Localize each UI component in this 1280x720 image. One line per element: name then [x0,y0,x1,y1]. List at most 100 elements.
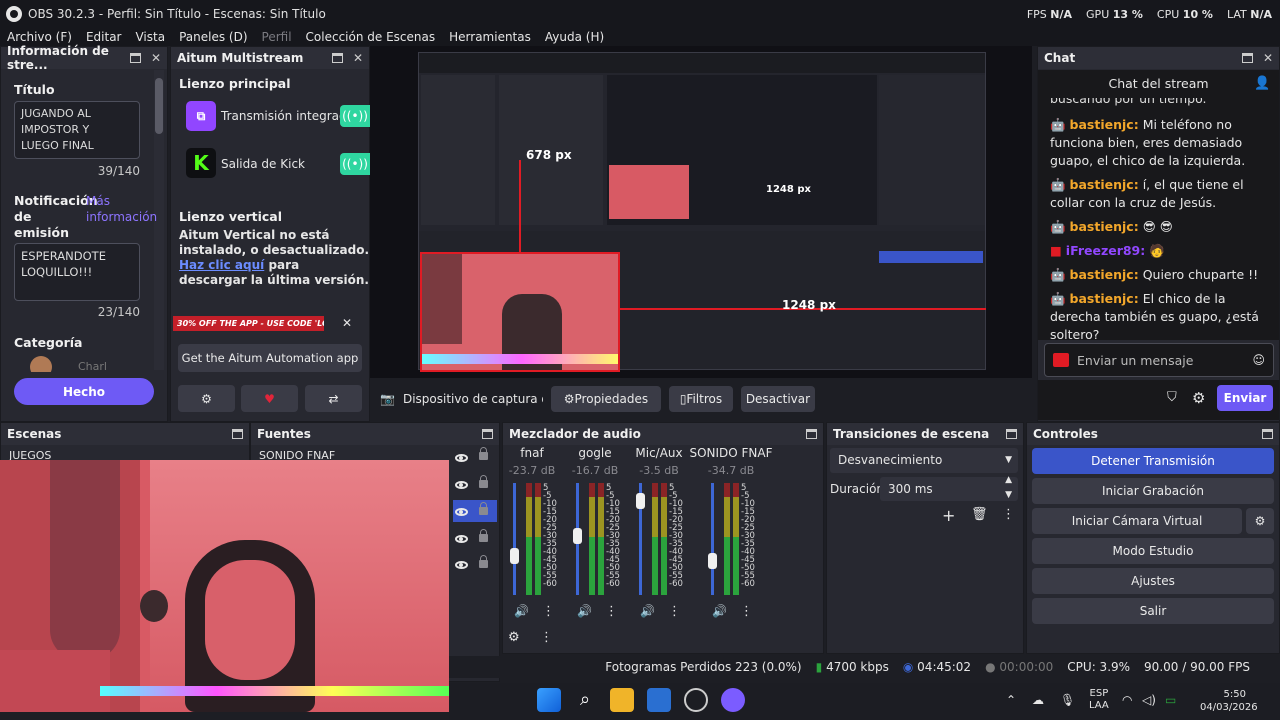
eye-icon[interactable] [455,561,468,569]
channel-menu-icon[interactable]: ⋮ [668,604,681,619]
close-icon[interactable]: ✕ [353,51,363,65]
trash-icon[interactable]: 🗑 [971,507,988,522]
studio-mode-button[interactable]: Modo Estudio [1032,538,1274,564]
add-icon[interactable]: + [942,506,955,525]
menu-coleccion[interactable]: Colección de Escenas [306,30,436,44]
speaker-icon[interactable]: 🔊 [712,604,727,618]
promo-close-icon[interactable]: ✕ [342,316,352,330]
duration-input[interactable]: 300 ms ▲ ▼ [880,475,1018,501]
volume-knob[interactable] [573,528,582,544]
channel-menu-icon[interactable]: ⋮ [740,604,753,619]
settings-gear-icon[interactable]: ⚙ [178,385,235,412]
menu-perfil[interactable]: Perfil [262,30,292,44]
titulo-input[interactable]: JUGANDO AL IMPOSTOR Y LUEGO FINAL [14,101,140,159]
output1-toggle[interactable]: ((•)) [340,105,370,127]
settings-gear-icon[interactable]: ⚙ [1192,389,1205,407]
stepper-icon[interactable]: ▲ ▼ [1005,473,1012,503]
volume-fader[interactable] [711,483,714,595]
store-icon[interactable] [647,688,671,712]
eye-icon[interactable] [455,508,468,516]
channel-menu-icon[interactable]: ⋮ [605,604,618,619]
deactivate-button[interactable]: Desactivar [740,386,815,412]
menu-archivo[interactable]: Archivo (F) [7,30,72,44]
notif-input[interactable]: ESPERANDOTE LOQUILLO!!! [14,243,140,301]
dropped-frames: Fotogramas Perdidos 223 (0.0%) [605,660,802,674]
users-icon[interactable]: 👤 [1254,76,1270,91]
close-icon[interactable]: ✕ [1263,51,1273,65]
channel-menu-icon[interactable]: ⋮ [542,604,555,619]
volume-knob[interactable] [708,553,717,569]
chat-input[interactable]: Enviar un mensaje ☺ [1044,343,1274,377]
properties-button[interactable]: ⚙ Propiedades [550,386,661,412]
output2-toggle[interactable]: ((•)) [340,153,370,175]
mas-info-link[interactable]: Más información [86,193,157,225]
language-indicator[interactable]: ESP LAA [1089,688,1109,712]
obs-taskbar-icon[interactable] [684,688,708,712]
emoji-icon[interactable]: ☺ [1252,353,1265,367]
eye-icon[interactable] [455,481,468,489]
transition-select[interactable]: Desvanecimiento ▼ [830,448,1018,473]
menu-editar[interactable]: Editar [86,30,122,44]
cloud-icon[interactable]: ☁ [1032,693,1044,707]
mixer-menu-icon[interactable]: ⋮ [540,630,553,645]
virtual-camera-button[interactable]: Iniciar Cámara Virtual [1032,508,1242,534]
close-icon[interactable]: ✕ [151,51,161,65]
float-icon[interactable] [232,429,243,439]
more-icon[interactable]: ⋮ [1002,507,1015,522]
speaker-icon[interactable]: 🔊 [577,604,592,618]
send-button[interactable]: Enviar [1217,385,1273,411]
webcam-overlay [0,460,449,712]
vertical-download-link[interactable]: Haz clic aquí [179,258,264,272]
aitum-taskbar-icon[interactable] [721,688,745,712]
measure-label-inner: 1248 px [766,184,811,195]
search-icon[interactable]: ⌕ [573,688,597,712]
virtual-camera-gear-icon[interactable]: ⚙ [1246,508,1274,534]
stop-stream-button[interactable]: Detener Transmisión [1032,448,1274,474]
promo-banner[interactable]: 30% OFF THE APP - USE CODE 'LOVE' [173,316,324,331]
exit-button[interactable]: Salir [1032,598,1274,624]
done-button[interactable]: Hecho [14,378,154,405]
lock-icon[interactable] [479,475,488,488]
audio-settings-icon[interactable]: ⚙ [508,630,520,645]
start-recording-button[interactable]: Iniciar Grabación [1032,478,1274,504]
windows-start-icon[interactable] [537,688,561,712]
speaker-icon[interactable]: 🔊 [640,604,655,618]
float-icon[interactable] [1262,429,1273,439]
folder-icon[interactable] [610,688,634,712]
clock[interactable]: 5:50 04/03/2026 [1200,688,1258,714]
settings-button[interactable]: Ajustes [1032,568,1274,594]
float-icon[interactable] [1006,429,1017,439]
chat-message: 🤖 bastienjc: El chico de la derecha tamb… [1050,291,1259,340]
mic-icon[interactable]: 🎙 [1060,693,1075,707]
wifi-icon[interactable]: ◠ [1122,693,1132,707]
chevron-up-icon[interactable]: ⌃ [1006,693,1016,707]
filters-button[interactable]: ▯ Filtros [668,386,733,412]
float-icon[interactable] [331,53,343,63]
float-icon[interactable] [1241,53,1253,63]
battery-icon[interactable]: ▭ [1165,693,1176,707]
lock-icon[interactable] [479,529,488,542]
chat-message: ■ iFreezer89: 🧑 [1050,243,1165,258]
heart-icon[interactable]: ♥ [241,385,298,412]
menu-paneles[interactable]: Paneles (D) [179,30,247,44]
menu-ayuda[interactable]: Ayuda (H) [545,30,604,44]
volume-knob[interactable] [636,493,645,509]
shield-icon[interactable]: ⛉ [1167,390,1177,405]
float-icon[interactable] [129,53,141,63]
volume-knob[interactable] [510,548,519,564]
speaker-icon[interactable]: 🔊 [514,604,529,618]
volume-icon[interactable]: ◁) [1142,693,1156,707]
get-app-button[interactable]: Get the Aitum Automation app [178,344,362,372]
float-icon[interactable] [482,429,493,439]
lock-icon[interactable] [479,502,488,515]
eye-icon[interactable] [455,535,468,543]
categoria-value[interactable]: Charl [14,356,140,372]
lock-icon[interactable] [479,555,488,568]
menu-herramientas[interactable]: Herramientas [449,30,531,44]
eye-icon[interactable] [455,454,468,462]
menu-vista[interactable]: Vista [135,30,165,44]
volume-fader[interactable] [513,483,516,595]
float-icon[interactable] [806,429,817,439]
swap-icon[interactable]: ⇄ [305,385,362,412]
selected-source-frame[interactable] [420,252,620,372]
